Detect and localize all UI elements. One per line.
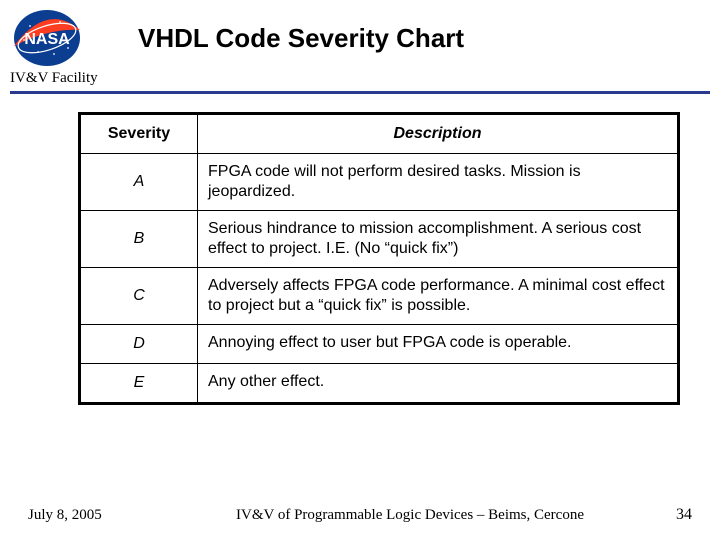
col-header-description: Description [198, 114, 679, 154]
page-number: 34 [652, 506, 692, 524]
severity-cell: A [80, 154, 198, 211]
facility-label: IV&V Facility [0, 68, 720, 91]
severity-cell: D [80, 325, 198, 364]
description-cell: Serious hindrance to mission accomplishm… [198, 211, 679, 268]
table-row: D Annoying effect to user but FPGA code … [80, 325, 679, 364]
table-header-row: Severity Description [80, 114, 679, 154]
footer-date: July 8, 2005 [28, 507, 168, 524]
severity-cell: E [80, 364, 198, 404]
slide-footer: July 8, 2005 IV&V of Programmable Logic … [0, 506, 720, 524]
slide-content: Severity Description A FPGA code will no… [0, 94, 720, 405]
description-cell: Adversely affects FPGA code performance.… [198, 268, 679, 325]
severity-cell: B [80, 211, 198, 268]
table-row: B Serious hindrance to mission accomplis… [80, 211, 679, 268]
table-row: C Adversely affects FPGA code performanc… [80, 268, 679, 325]
table-row: E Any other effect. [80, 364, 679, 404]
description-cell: FPGA code will not perform desired tasks… [198, 154, 679, 211]
description-cell: Annoying effect to user but FPGA code is… [198, 325, 679, 364]
col-header-severity: Severity [80, 114, 198, 154]
footer-text: IV&V of Programmable Logic Devices – Bei… [168, 507, 652, 524]
severity-table: Severity Description A FPGA code will no… [78, 112, 680, 405]
description-cell: Any other effect. [198, 364, 679, 404]
nasa-logo-text: NASA [24, 31, 70, 48]
table-row: A FPGA code will not perform desired tas… [80, 154, 679, 211]
slide-title: VHDL Code Severity Chart [108, 23, 710, 54]
severity-cell: C [80, 268, 198, 325]
slide-header: NASA VHDL Code Severity Chart [0, 0, 720, 68]
nasa-logo-icon: NASA [10, 8, 84, 68]
